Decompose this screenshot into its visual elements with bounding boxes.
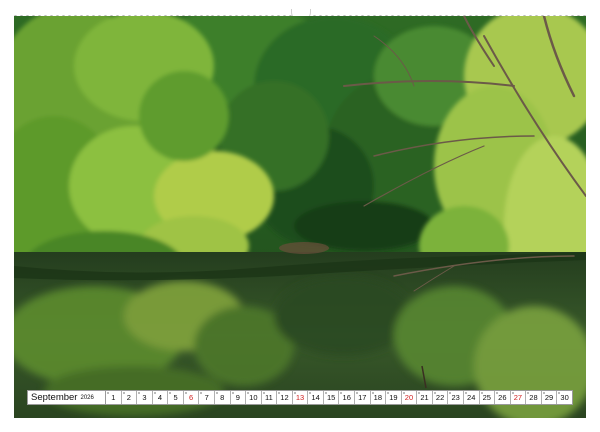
landscape-photo [14,16,586,418]
calendar-page: September 2026 1 2 3 4 5 6 7 8 9 10 11 12 13 14 15 16 17… [0,0,600,432]
calendar-strip: September 2026 1 2 3 4 5 6 7 8 9 10 11 12 13 14 15 16 17… [27,390,573,405]
day-cell: 7 [199,391,215,404]
day-cell: 20 [402,391,418,404]
day-cell: 23 [448,391,464,404]
day-cell: 15 [324,391,340,404]
forest-river-image [14,16,586,418]
day-cell: 5 [168,391,184,404]
day-cell: 30 [557,391,572,404]
day-cell: 29 [542,391,558,404]
day-cell: 17 [355,391,371,404]
month-label: September 2026 [28,391,106,404]
day-cell: 25 [480,391,496,404]
day-cell: 19 [386,391,402,404]
month-year: 2026 [80,394,94,401]
day-cell: 22 [433,391,449,404]
day-cell: 21 [417,391,433,404]
day-row: 1 2 3 4 5 6 7 8 9 10 11 12 13 14 15 16 17 18 19 20 21 22 23 24 2… [106,391,572,404]
day-cell: 26 [495,391,511,404]
day-cell: 8 [215,391,231,404]
month-name: September [31,392,78,403]
day-cell: 14 [308,391,324,404]
day-cell: 1 [106,391,122,404]
day-cell: 16 [339,391,355,404]
day-cell: 10 [246,391,262,404]
day-cell: 18 [371,391,387,404]
day-cell: 12 [277,391,293,404]
day-cell: 3 [137,391,153,404]
day-cell: 4 [153,391,169,404]
day-cell: 9 [231,391,247,404]
day-cell: 24 [464,391,480,404]
day-cell: 28 [526,391,542,404]
day-cell: 11 [262,391,278,404]
day-cell: 2 [122,391,138,404]
day-cell: 27 [511,391,527,404]
day-cell: 6 [184,391,200,404]
day-cell: 13 [293,391,309,404]
